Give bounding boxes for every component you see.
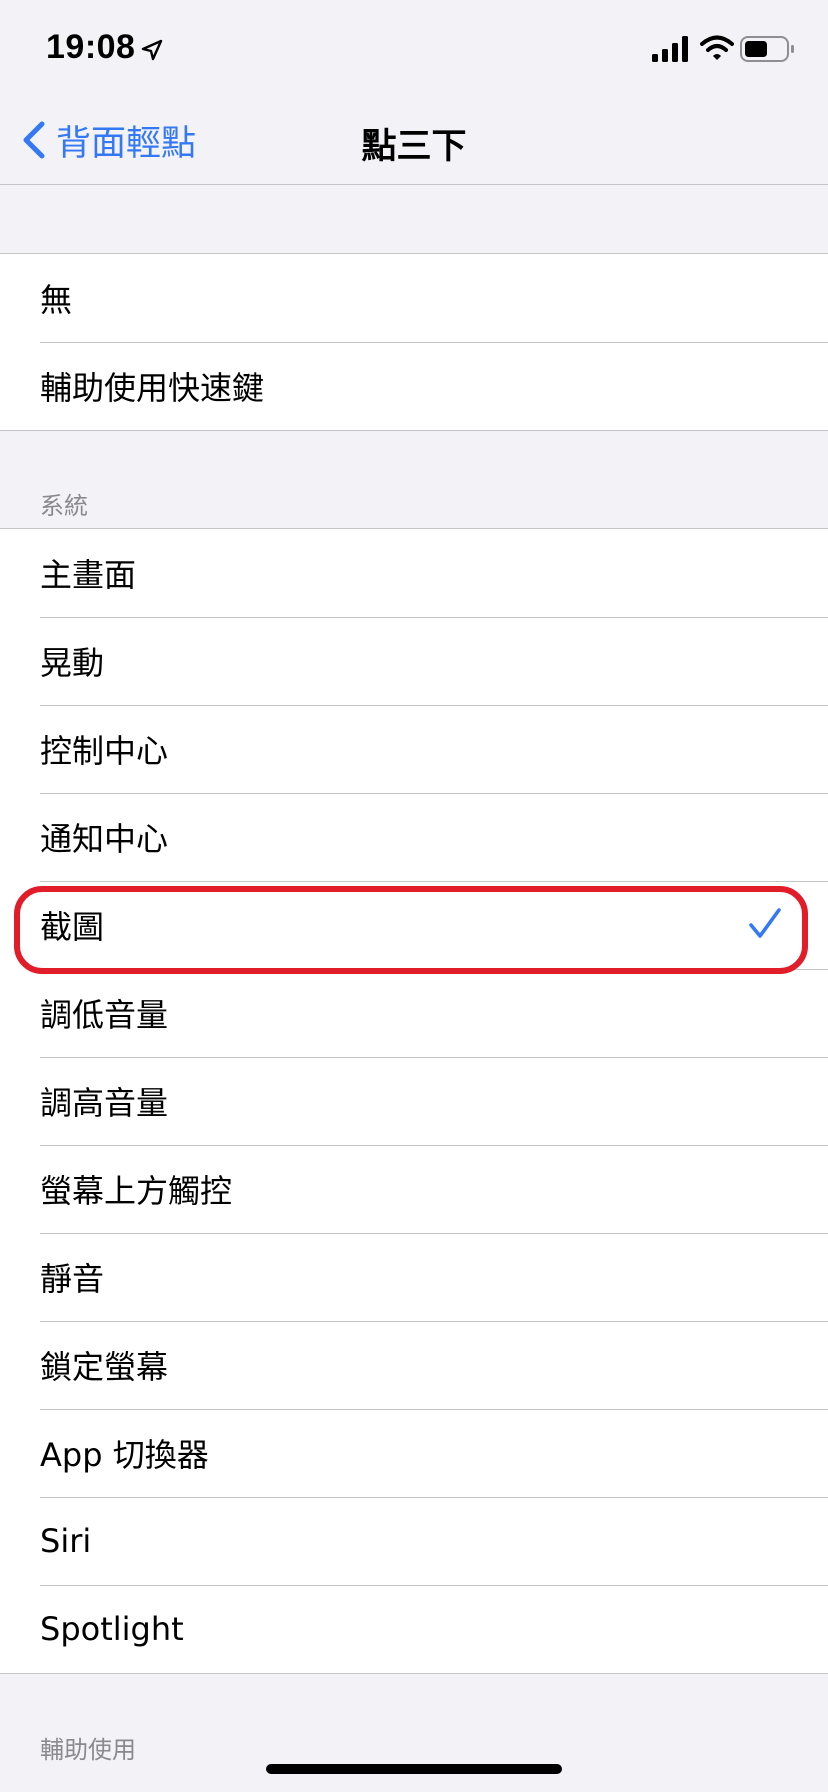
option-label: App 切換器 [40,1436,209,1474]
options-group-system: 主畫面 晃動 控制中心 通知中心 截圖 調低音量 調高音量 螢幕上方觸控 靜音 [0,528,828,1674]
option-row-mute[interactable]: 靜音 [0,1233,828,1321]
option-row-notification-center[interactable]: 通知中心 [0,793,828,881]
home-indicator[interactable] [266,1764,562,1774]
checkmark-icon [749,908,781,938]
option-label: 晃動 [40,644,105,682]
page-title: 點三下 [361,127,467,167]
option-row-lock-screen[interactable]: 鎖定螢幕 [0,1321,828,1409]
option-label: 輔助使用快速鍵 [40,369,265,407]
option-label: 螢幕上方觸控 [40,1172,233,1210]
status-time: 19:08 [46,28,136,66]
location-arrow-icon [141,39,163,61]
option-label: 主畫面 [40,556,137,594]
option-label: 無 [40,281,73,319]
option-row-app-switcher[interactable]: App 切換器 [0,1409,828,1497]
option-label: 截圖 [40,908,105,946]
options-group-top: 無 輔助使用快速鍵 [0,253,828,431]
option-label: 調低音量 [40,996,169,1034]
option-row-volume-down[interactable]: 調低音量 [0,969,828,1057]
option-row-siri[interactable]: Siri [0,1497,828,1585]
option-row-accessibility-shortcut[interactable]: 輔助使用快速鍵 [0,342,828,430]
option-row-screenshot[interactable]: 截圖 [0,881,828,969]
settings-screen: 19:08 背面輕點 點三下 無 輔助使用快速鍵 系統 主畫面 晃動 控制中心 … [0,0,828,1792]
option-label: 控制中心 [40,732,169,770]
wifi-icon [700,35,734,60]
option-row-none[interactable]: 無 [0,254,828,342]
status-bar: 19:08 [0,0,828,96]
option-label: Siri [40,1522,92,1560]
navigation-bar: 背面輕點 點三下 [0,96,828,185]
option-row-spotlight[interactable]: Spotlight [0,1585,828,1673]
option-label: 調高音量 [40,1084,169,1122]
option-label: 靜音 [40,1260,105,1298]
option-row-reachability[interactable]: 螢幕上方觸控 [0,1145,828,1233]
option-row-volume-up[interactable]: 調高音量 [0,1057,828,1145]
option-row-shake[interactable]: 晃動 [0,617,828,705]
option-label: 通知中心 [40,820,169,858]
option-row-home-screen[interactable]: 主畫面 [0,529,828,617]
section-header-accessibility: 輔助使用 [40,1736,136,1764]
cellular-signal-icon [652,36,688,62]
battery-icon [740,36,794,62]
section-header-system: 系統 [40,492,88,520]
option-label: Spotlight [40,1610,184,1648]
option-row-control-center[interactable]: 控制中心 [0,705,828,793]
option-label: 鎖定螢幕 [40,1348,169,1386]
